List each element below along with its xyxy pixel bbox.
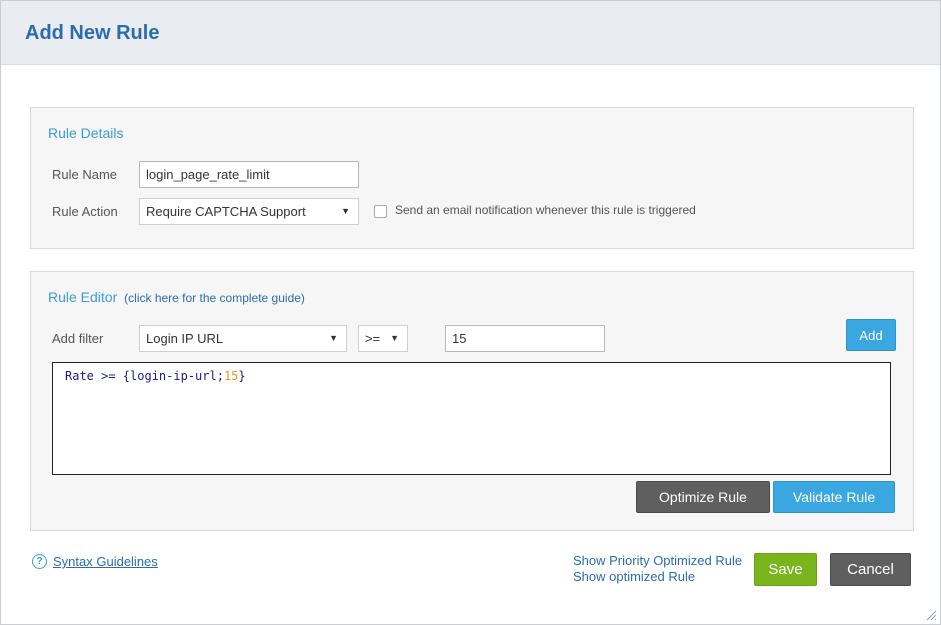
- dialog-title: Add New Rule: [25, 22, 160, 44]
- add-rule-dialog: Add New Rule Rule Details Rule Name logi…: [0, 0, 941, 625]
- syntax-guidelines[interactable]: ? Syntax Guidelines: [32, 554, 158, 569]
- filter-value: Login IP URL: [146, 331, 224, 346]
- filter-select[interactable]: Login IP URL ▼: [139, 325, 347, 352]
- rule-code-editor[interactable]: Rate >= {login-ip-url;15}: [52, 362, 891, 475]
- cancel-button[interactable]: Cancel: [830, 553, 911, 586]
- syntax-guidelines-link[interactable]: Syntax Guidelines: [53, 554, 158, 569]
- email-notification-checkbox[interactable]: [374, 205, 387, 218]
- show-priority-optimized-link[interactable]: Show Priority Optimized Rule: [573, 553, 742, 568]
- complete-guide-link[interactable]: (click here for the complete guide): [124, 291, 305, 305]
- optimize-rule-button[interactable]: Optimize Rule: [636, 481, 770, 513]
- resize-handle-icon[interactable]: [925, 609, 937, 621]
- rule-code-text: Rate >= {login-ip-url;: [65, 369, 224, 383]
- rule-code-number: 15: [223, 369, 239, 383]
- dialog-header: Add New Rule: [1, 1, 940, 65]
- email-notification-label: Send an email notification whenever this…: [395, 203, 696, 217]
- rule-details-panel: Rule Details Rule Name login_page_rate_l…: [30, 107, 914, 249]
- help-icon: ?: [32, 554, 47, 569]
- add-filter-label: Add filter: [52, 331, 104, 346]
- save-button[interactable]: Save: [754, 553, 817, 586]
- operator-value: >=: [365, 331, 381, 346]
- rule-editor-panel: Rule Editor (click here for the complete…: [30, 271, 914, 531]
- chevron-down-icon: ▼: [390, 333, 399, 343]
- rule-code-suffix: }: [238, 369, 246, 383]
- rule-editor-title: Rule Editor: [48, 289, 118, 305]
- chevron-down-icon: ▼: [329, 333, 338, 343]
- rule-details-heading: Rule Details: [48, 125, 124, 141]
- rule-name-label: Rule Name: [52, 167, 118, 182]
- threshold-input[interactable]: 15: [445, 325, 605, 352]
- show-optimized-link[interactable]: Show optimized Rule: [573, 569, 695, 584]
- validate-rule-button[interactable]: Validate Rule: [773, 481, 895, 513]
- chevron-down-icon: ▼: [341, 206, 350, 216]
- rule-action-select[interactable]: Require CAPTCHA Support ▼: [139, 198, 359, 225]
- rule-action-value: Require CAPTCHA Support: [146, 204, 306, 219]
- rule-editor-heading: Rule Editor (click here for the complete…: [48, 289, 305, 305]
- rule-action-label: Rule Action: [52, 204, 118, 219]
- add-filter-button[interactable]: Add: [846, 319, 896, 351]
- rule-name-input[interactable]: login_page_rate_limit: [139, 161, 359, 188]
- operator-select[interactable]: >= ▼: [358, 325, 408, 352]
